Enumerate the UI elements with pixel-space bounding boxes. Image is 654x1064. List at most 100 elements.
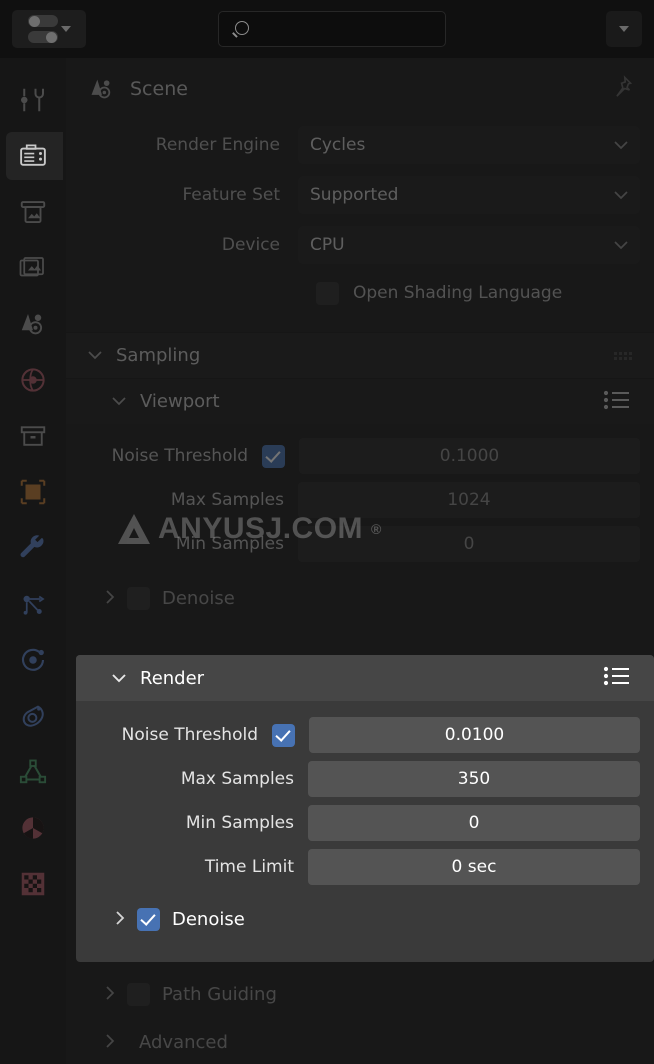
viewport-denoise-checkbox[interactable] [127,586,150,610]
editor-type-selector[interactable] [12,10,86,48]
render-noise-threshold-label: Noise Threshold [121,725,258,745]
sampling-panel-title: Sampling [116,345,201,366]
render-subpanel-header[interactable]: Render [76,655,654,701]
advanced-label: Advanced [139,1031,228,1053]
render-engine-dropdown[interactable]: Cycles [298,126,640,164]
viewport-max-samples-field[interactable]: 1024 [298,482,640,518]
render-time-limit-field[interactable]: 0 sec [308,849,640,885]
viewport-sampling-fields: Noise Threshold 0.1000 Max Samples 1024 … [66,424,654,622]
sidebar-item-object-constraints[interactable] [0,688,66,744]
render-noise-threshold-checkbox[interactable] [272,723,295,747]
render-time-limit-label: Time Limit [204,857,294,877]
blender-properties-editor: Scene Render Engine Cycles Feature Set S… [0,0,654,1064]
preset-list-icon[interactable] [602,388,632,416]
render-time-limit-value: 0 sec [451,857,497,877]
constraints-icon [22,705,44,727]
wrench-icon [20,535,44,558]
images-icon [19,257,44,277]
viewport-denoise-row[interactable]: Denoise [66,574,654,622]
render-noise-threshold-field[interactable]: 0.0100 [309,717,640,753]
path-guiding-label: Path Guiding [162,983,277,1005]
breadcrumb: Scene [66,58,654,120]
sidebar-item-physics[interactable] [0,632,66,688]
chevron-down-icon [88,351,102,360]
chevron-down-icon [112,673,126,682]
search-field[interactable] [218,11,446,47]
sidebar-item-view-layer[interactable] [0,240,66,296]
object-square-icon [20,479,46,505]
render-max-samples-field[interactable]: 350 [308,761,640,797]
scene-icon [21,314,43,335]
chevron-down-icon [614,235,628,255]
path-guiding-checkbox[interactable] [127,982,150,1006]
render-min-samples-field[interactable]: 0 [308,805,640,841]
chevron-down-icon [112,397,126,406]
search-input[interactable] [250,21,445,37]
sidebar-item-collection[interactable] [0,408,66,464]
chevron-right-icon [106,1033,115,1052]
render-denoise-row[interactable]: Denoise [76,895,654,943]
render-noise-threshold-row: Noise Threshold 0.0100 [76,713,654,757]
collection-box-icon [20,426,46,446]
render-noise-threshold-value: 0.0100 [444,725,505,745]
viewport-noise-threshold-checkbox[interactable] [262,444,285,468]
advanced-row[interactable]: Advanced [66,1018,654,1064]
sidebar-item-scene[interactable] [0,296,66,352]
pin-icon[interactable] [608,74,634,104]
viewport-min-samples-value: 0 [463,534,475,554]
chevron-right-icon [106,985,115,1004]
search-icon [233,20,250,38]
chevron-down-icon [614,135,628,155]
bottom-panels: Path Guiding Advanced [66,970,654,1064]
sidebar-item-particles[interactable] [0,576,66,632]
drag-grip-icon[interactable] [614,351,632,360]
properties-editor-icon [27,15,58,43]
osl-row: Open Shading Language [66,270,654,316]
chevron-right-icon [116,910,125,929]
viewport-noise-threshold-field[interactable]: 0.1000 [299,438,640,474]
device-label: Device [221,235,280,255]
render-max-samples-label: Max Samples [180,769,294,789]
viewport-max-samples-row: Max Samples 1024 [66,478,654,522]
device-dropdown[interactable]: CPU [298,226,640,264]
render-denoise-checkbox[interactable] [137,907,160,931]
device-row: Device CPU [66,220,654,270]
sidebar-item-object[interactable] [0,464,66,520]
render-engine-value: Cycles [310,135,366,155]
render-time-limit-row: Time Limit 0 sec [76,845,654,889]
viewport-subpanel-header[interactable]: Viewport [66,378,654,424]
mesh-data-icon [19,759,47,784]
viewport-min-samples-row: Min Samples 0 [66,522,654,566]
sidebar-item-tool[interactable] [0,72,66,128]
header-overflow-button[interactable] [606,11,642,47]
tool-icon [21,88,44,112]
editor-header [0,0,654,58]
particles-icon [23,595,45,615]
osl-checkbox[interactable] [316,281,339,305]
preset-list-icon[interactable] [602,664,632,692]
chevron-down-icon [619,26,629,32]
viewport-min-samples-field[interactable]: 0 [298,526,640,562]
properties-tab-strip [0,58,66,1064]
chevron-down-icon [60,26,71,32]
render-engine-group: Render Engine Cycles Feature Set Support… [66,120,654,316]
material-sphere-icon [22,817,44,839]
path-guiding-row[interactable]: Path Guiding [66,970,654,1018]
chevron-down-icon [614,185,628,205]
camera-icon [20,144,46,166]
sidebar-item-texture[interactable] [0,856,66,912]
render-max-samples-row: Max Samples 350 [76,757,654,801]
viewport-max-samples-label: Max Samples [170,490,284,510]
sampling-panel-header[interactable]: Sampling [66,332,654,378]
sidebar-item-modifiers[interactable] [0,520,66,576]
sidebar-item-world[interactable] [0,352,66,408]
texture-checker-icon [21,872,45,896]
render-engine-label: Render Engine [155,135,280,155]
breadcrumb-label: Scene [130,78,188,100]
feature-set-dropdown[interactable]: Supported [298,176,640,214]
sidebar-item-output[interactable] [0,184,66,240]
sidebar-item-material[interactable] [0,800,66,856]
feature-set-value: Supported [310,185,399,205]
sidebar-item-object-data[interactable] [0,744,66,800]
sidebar-item-render[interactable] [0,128,66,184]
